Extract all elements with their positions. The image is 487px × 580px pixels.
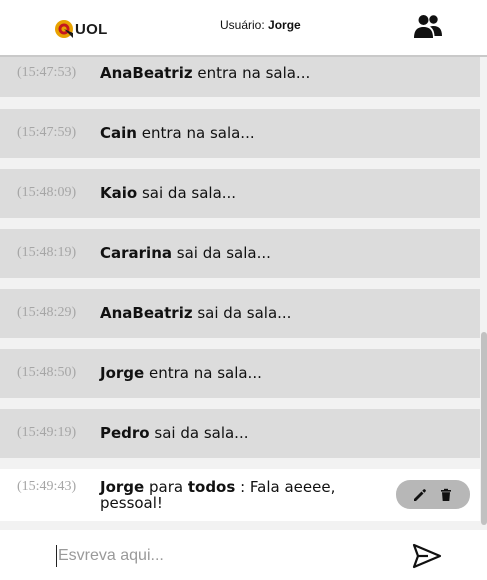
- message-body: AnaBeatriz sai da sala...: [100, 305, 380, 321]
- message-user: Jorge: [100, 364, 145, 382]
- message-time: (15:49:19): [17, 425, 77, 440]
- message-user: AnaBeatriz: [100, 304, 193, 322]
- message-user: Cain: [100, 124, 137, 142]
- message-item: (15:49:19) Pedro sai da sala...: [0, 409, 480, 458]
- trash-icon: [441, 488, 451, 501]
- scrollbar-thumb[interactable]: [481, 332, 487, 525]
- message-text: entra na sala...: [141, 124, 255, 142]
- message-body: Cain entra na sala...: [100, 125, 380, 141]
- message-body: Pedro sai da sala...: [100, 425, 380, 441]
- message-time: (15:47:53): [17, 65, 77, 80]
- message-item: (15:48:50) Jorge entra na sala...: [0, 349, 480, 398]
- send-icon[interactable]: [412, 542, 442, 570]
- current-user-label: Usuário: Jorge: [220, 18, 301, 32]
- message-to: todos: [187, 478, 236, 496]
- message-user: Pedro: [100, 424, 150, 442]
- message-time: (15:48:50): [17, 365, 77, 380]
- message-text: sai da sala...: [154, 424, 249, 442]
- message-item: (15:48:09) Kaio sai da sala...: [0, 169, 480, 218]
- logo-text: UOL: [75, 20, 108, 38]
- uol-logo-icon: [55, 20, 73, 38]
- message-item: (15:47:53) AnaBeatriz entra na sala...: [0, 57, 480, 97]
- message-body: AnaBeatriz entra na sala...: [100, 65, 380, 81]
- message-text: sai da sala...: [197, 304, 292, 322]
- people-icon[interactable]: [413, 13, 443, 39]
- message-time: (15:47:59): [17, 125, 77, 140]
- message-separator: :: [240, 478, 246, 496]
- message-user: Cararina: [100, 244, 172, 262]
- message-list[interactable]: (15:47:53) AnaBeatriz entra na sala... (…: [0, 57, 487, 525]
- message-user: AnaBeatriz: [100, 64, 193, 82]
- message-item: (15:48:19) Cararina sai da sala...: [0, 229, 480, 278]
- message-item: (15:48:29) AnaBeatriz sai da sala...: [0, 289, 480, 338]
- message-time: (15:48:19): [17, 245, 77, 260]
- message-time: (15:48:29): [17, 305, 77, 320]
- message-text: sai da sala...: [176, 244, 271, 262]
- message-input[interactable]: [56, 545, 386, 567]
- user-prefix: Usuário:: [220, 18, 265, 32]
- message-user: Kaio: [100, 184, 138, 202]
- uol-logo: UOL: [54, 18, 110, 40]
- message-text: entra na sala...: [148, 364, 262, 382]
- edit-button[interactable]: [413, 488, 427, 502]
- message-body: Jorge para todos : Fala aeeee, pessoal!: [100, 479, 380, 511]
- private-message-item: (15:49:43) Jorge para todos : Fala aeeee…: [0, 469, 480, 521]
- header: UOL Usuário: Jorge: [0, 0, 487, 57]
- delete-button[interactable]: [439, 488, 453, 502]
- message-body: Kaio sai da sala...: [100, 185, 380, 201]
- message-text: sai da sala...: [141, 184, 237, 202]
- message-text: entra na sala...: [197, 64, 311, 82]
- user-name: Jorge: [268, 18, 301, 32]
- message-composer: [0, 530, 487, 580]
- message-body: Jorge entra na sala...: [100, 365, 380, 381]
- pencil-icon: [414, 488, 426, 501]
- message-item: (15:47:59) Cain entra na sala...: [0, 109, 480, 158]
- message-actions: [396, 480, 470, 509]
- message-body: Cararina sai da sala...: [100, 245, 380, 261]
- message-time: (15:49:43): [17, 479, 77, 494]
- message-time: (15:48:09): [17, 185, 77, 200]
